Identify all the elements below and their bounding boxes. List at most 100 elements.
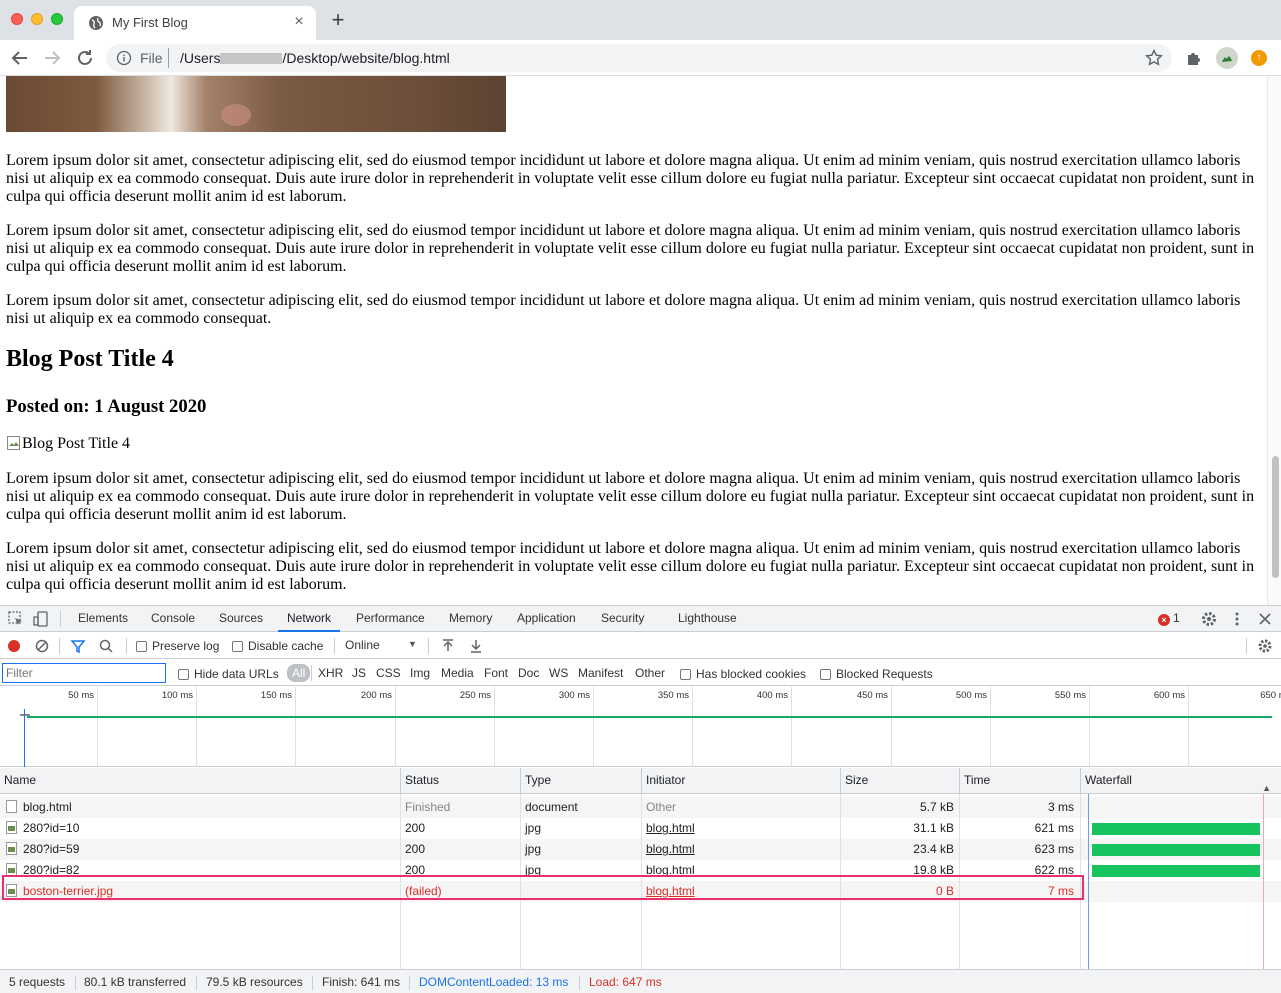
disable-cache-checkbox[interactable]: Disable cache: [232, 639, 323, 653]
column-header-waterfall[interactable]: Waterfall ▲: [1081, 768, 1281, 794]
device-toolbar-icon[interactable]: [32, 609, 52, 629]
hide-data-urls-checkbox[interactable]: Hide data URLs: [178, 667, 279, 681]
tab-sources[interactable]: Sources: [219, 606, 263, 632]
request-name-cell[interactable]: 280?id=59: [2, 839, 398, 860]
address-bar[interactable]: File /Users/Desktop/website/blog.html: [106, 44, 1172, 72]
extensions-puzzle-icon[interactable]: [1184, 48, 1204, 68]
checkbox-box[interactable]: [232, 640, 243, 652]
type-filter-css[interactable]: CSS: [376, 665, 401, 682]
type-filter-img[interactable]: Img: [410, 665, 430, 682]
window-maximize-button[interactable]: [51, 13, 63, 25]
checkbox-box[interactable]: [820, 668, 831, 680]
tab-elements[interactable]: Elements: [78, 606, 128, 632]
network-settings-gear-icon[interactable]: [1256, 637, 1274, 655]
inspect-element-icon[interactable]: [6, 609, 26, 629]
tab-close-icon[interactable]: ×: [290, 13, 308, 31]
network-summary-bar: 5 requests 80.1 kB transferred 79.5 kB r…: [0, 969, 1281, 993]
type-filter-doc[interactable]: Doc: [518, 665, 539, 682]
update-icon[interactable]: ↑: [1251, 50, 1267, 66]
timeline-gridline: [1089, 687, 1090, 767]
request-time: 623 ms: [1034, 842, 1074, 856]
window-minimize-button[interactable]: [31, 13, 43, 25]
column-header-size[interactable]: Size: [841, 768, 960, 794]
tab-security[interactable]: Security: [601, 606, 644, 632]
type-filter-media[interactable]: Media: [441, 665, 474, 682]
import-har-icon[interactable]: [439, 637, 457, 655]
waterfall-dcl-line: [1088, 794, 1089, 969]
image-icon: [6, 842, 17, 855]
page-scrollbar[interactable]: [1267, 76, 1281, 605]
throttling-select[interactable]: Online: [345, 638, 417, 652]
tab-lighthouse[interactable]: Lighthouse: [678, 606, 737, 632]
new-tab-button[interactable]: +: [328, 9, 348, 31]
preserve-log-checkbox[interactable]: Preserve log: [136, 639, 219, 653]
profile-avatar[interactable]: [1216, 47, 1238, 69]
scrollbar-thumb[interactable]: [1272, 456, 1279, 578]
column-header-initiator[interactable]: Initiator: [642, 768, 841, 794]
browser-tab[interactable]: My First Blog ×: [74, 6, 316, 40]
tab-performance[interactable]: Performance: [356, 606, 425, 632]
timeline-tick-label: 450 ms: [856, 690, 888, 701]
checkbox-box[interactable]: [136, 640, 147, 652]
reload-icon[interactable]: [73, 46, 97, 70]
request-status: 200: [405, 821, 426, 835]
search-icon[interactable]: [97, 637, 115, 655]
checkbox-box[interactable]: [680, 668, 691, 680]
has-blocked-cookies-checkbox[interactable]: Has blocked cookies: [680, 667, 806, 681]
blocked-requests-checkbox[interactable]: Blocked Requests: [820, 667, 933, 681]
request-initiator[interactable]: blog.html: [642, 818, 838, 839]
export-har-icon[interactable]: [467, 637, 485, 655]
type-filter-xhr[interactable]: XHR: [318, 665, 343, 682]
timeline-gridline: [494, 687, 495, 767]
column-header-type[interactable]: Type: [521, 768, 642, 794]
filter-funnel-icon[interactable]: [69, 637, 87, 655]
url-divider: [168, 48, 169, 68]
column-header-name[interactable]: Name: [0, 768, 401, 794]
request-initiator[interactable]: blog.html: [642, 839, 838, 860]
post-title: Blog Post Title 4: [6, 346, 174, 372]
type-filter-manifest[interactable]: Manifest: [578, 665, 623, 682]
document-icon: [6, 800, 17, 813]
checkbox-box[interactable]: [178, 668, 189, 680]
dropdown-caret-icon[interactable]: ▼: [408, 639, 417, 649]
paragraph: Lorem ipsum dolor sit amet, consectetur …: [6, 152, 1255, 205]
tab-application[interactable]: Application: [517, 606, 576, 632]
request-name-cell[interactable]: blog.html: [2, 797, 398, 818]
tab-console[interactable]: Console: [151, 606, 195, 632]
divider: [579, 976, 580, 990]
tab-memory[interactable]: Memory: [449, 606, 492, 632]
divider: [196, 976, 197, 990]
back-arrow-icon[interactable]: [8, 46, 32, 70]
info-icon[interactable]: [116, 50, 132, 66]
request-size: 5.7 kB: [919, 800, 954, 814]
type-filter-all[interactable]: All: [287, 664, 311, 682]
close-icon[interactable]: [1255, 609, 1275, 629]
timeline-tick-label: 50 ms: [68, 690, 94, 701]
column-header-status[interactable]: Status: [401, 768, 521, 794]
network-overview-timeline[interactable]: 50 ms 100 ms 150 ms 200 ms 250 ms 300 ms 350 m…: [0, 687, 1281, 767]
error-count-badge[interactable]: × 1: [1158, 611, 1180, 626]
timeline-tick-label: 400 ms: [756, 690, 788, 701]
bookmark-star-icon[interactable]: [1144, 48, 1164, 68]
divider: [312, 976, 313, 990]
settings-gear-icon[interactable]: [1199, 609, 1219, 629]
window-close-button[interactable]: [11, 13, 23, 25]
request-name-cell[interactable]: 280?id=10: [2, 818, 398, 839]
filter-input[interactable]: [2, 663, 166, 683]
timeline-tick-label: 550 ms: [1054, 690, 1086, 701]
tab-network[interactable]: Network: [278, 606, 341, 632]
type-filter-ws[interactable]: WS: [549, 665, 568, 682]
timeline-gridline: [692, 687, 693, 767]
url-text[interactable]: /Users/Desktop/website/blog.html: [180, 50, 450, 66]
error-count: 1: [1173, 611, 1180, 625]
type-filter-font[interactable]: Font: [484, 665, 508, 682]
type-filter-other[interactable]: Other: [635, 665, 665, 682]
record-icon[interactable]: [5, 637, 23, 655]
timeline-tick-label: 650 n: [1260, 690, 1281, 701]
column-header-time[interactable]: Time: [960, 768, 1081, 794]
clear-icon[interactable]: [33, 637, 51, 655]
type-filter-js[interactable]: JS: [352, 665, 366, 682]
more-vertical-icon[interactable]: [1227, 609, 1247, 629]
url-suffix: /Desktop/website/blog.html: [282, 50, 450, 66]
forward-arrow-icon[interactable]: [40, 46, 64, 70]
